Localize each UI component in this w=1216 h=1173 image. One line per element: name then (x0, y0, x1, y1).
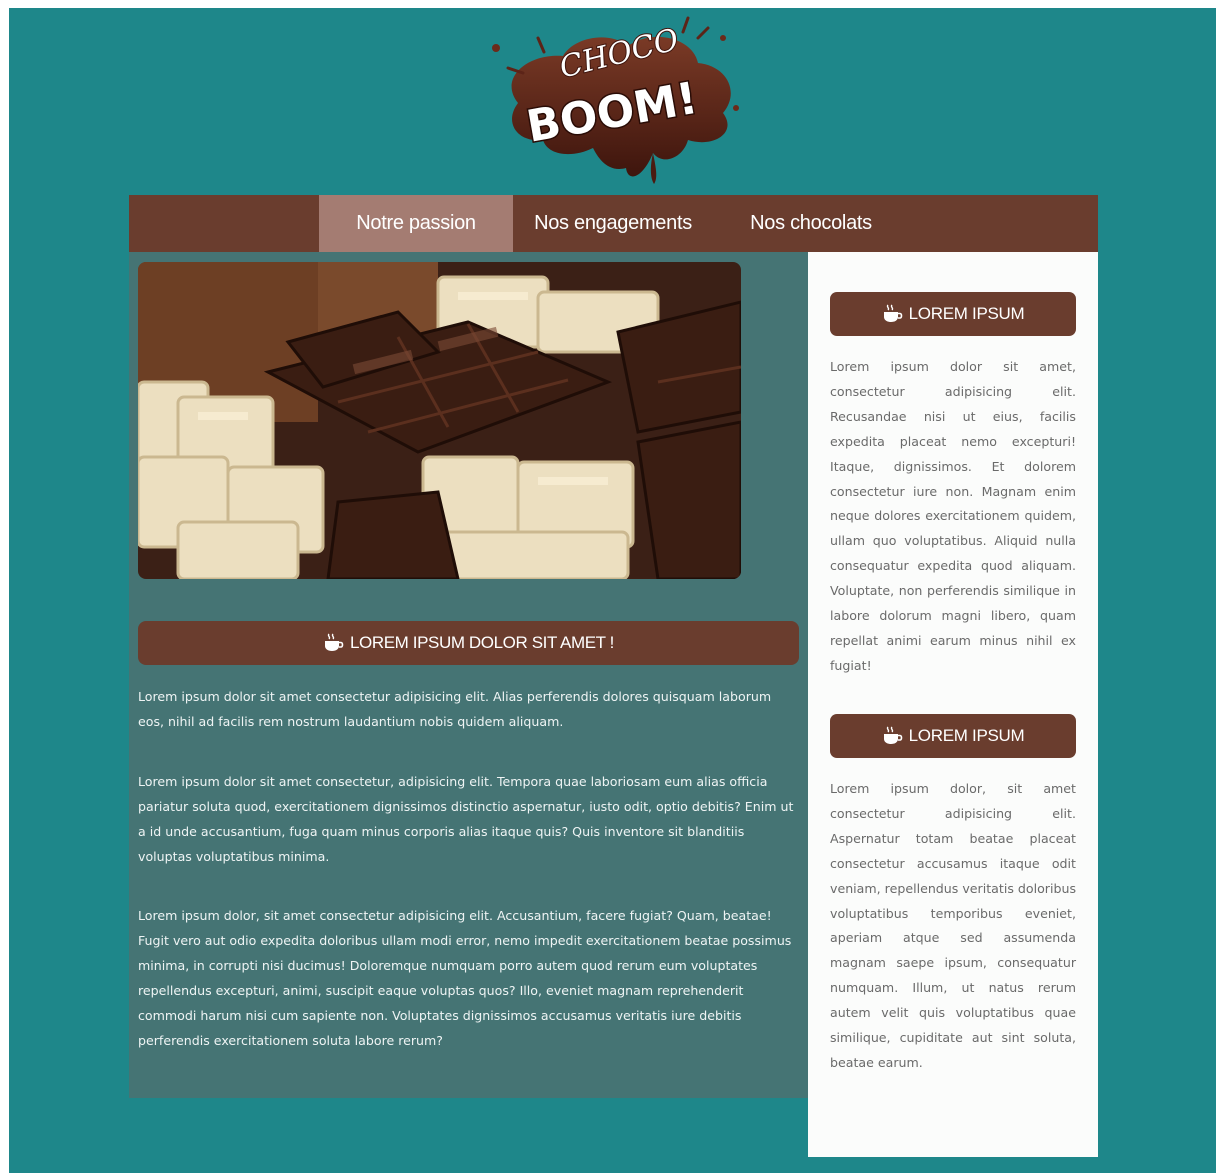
main-paragraph-3: Lorem ipsum dolor, sit amet consectetur … (138, 908, 792, 1048)
hero-chocolate-image (138, 262, 741, 579)
sidebar-heading-2-text: LOREM IPSUM (908, 726, 1025, 745)
coffee-cup-icon (323, 633, 345, 653)
main-heading-text: LOREM IPSUM DOLOR SIT AMET ! (349, 633, 614, 652)
sidebar-text-2: Lorem ipsum dolor, sit amet consectetur … (830, 781, 1076, 1070)
sidebar-text-1: Lorem ipsum dolor sit amet, consectetur … (830, 359, 1076, 673)
chocoboom-logo[interactable]: CHOCO BOOM! (478, 8, 750, 188)
sidebar-heading-2: LOREM IPSUM (830, 714, 1076, 758)
main-navigation: Notre passion Nos engagements Nos chocol… (129, 195, 1098, 252)
main-content: LOREM IPSUM DOLOR SIT AMET ! Lorem ipsum… (129, 252, 808, 1098)
coffee-cup-icon (882, 304, 904, 324)
nav-item-nos-engagements[interactable]: Nos engagements (513, 195, 713, 252)
sidebar: LOREM IPSUM Lorem ipsum dolor sit amet, … (808, 252, 1098, 1157)
main-section-heading: LOREM IPSUM DOLOR SIT AMET ! (138, 621, 799, 665)
main-paragraph-1: Lorem ipsum dolor sit amet consectetur a… (138, 689, 772, 729)
nav-item-notre-passion[interactable]: Notre passion (319, 195, 513, 252)
sidebar-heading-1-text: LOREM IPSUM (908, 304, 1025, 323)
nav-item-nos-chocolats[interactable]: Nos chocolats (713, 195, 909, 252)
coffee-cup-icon (882, 726, 904, 746)
sidebar-heading-1: LOREM IPSUM (830, 292, 1076, 336)
main-paragraph-2: Lorem ipsum dolor sit amet consectetur, … (138, 774, 794, 864)
